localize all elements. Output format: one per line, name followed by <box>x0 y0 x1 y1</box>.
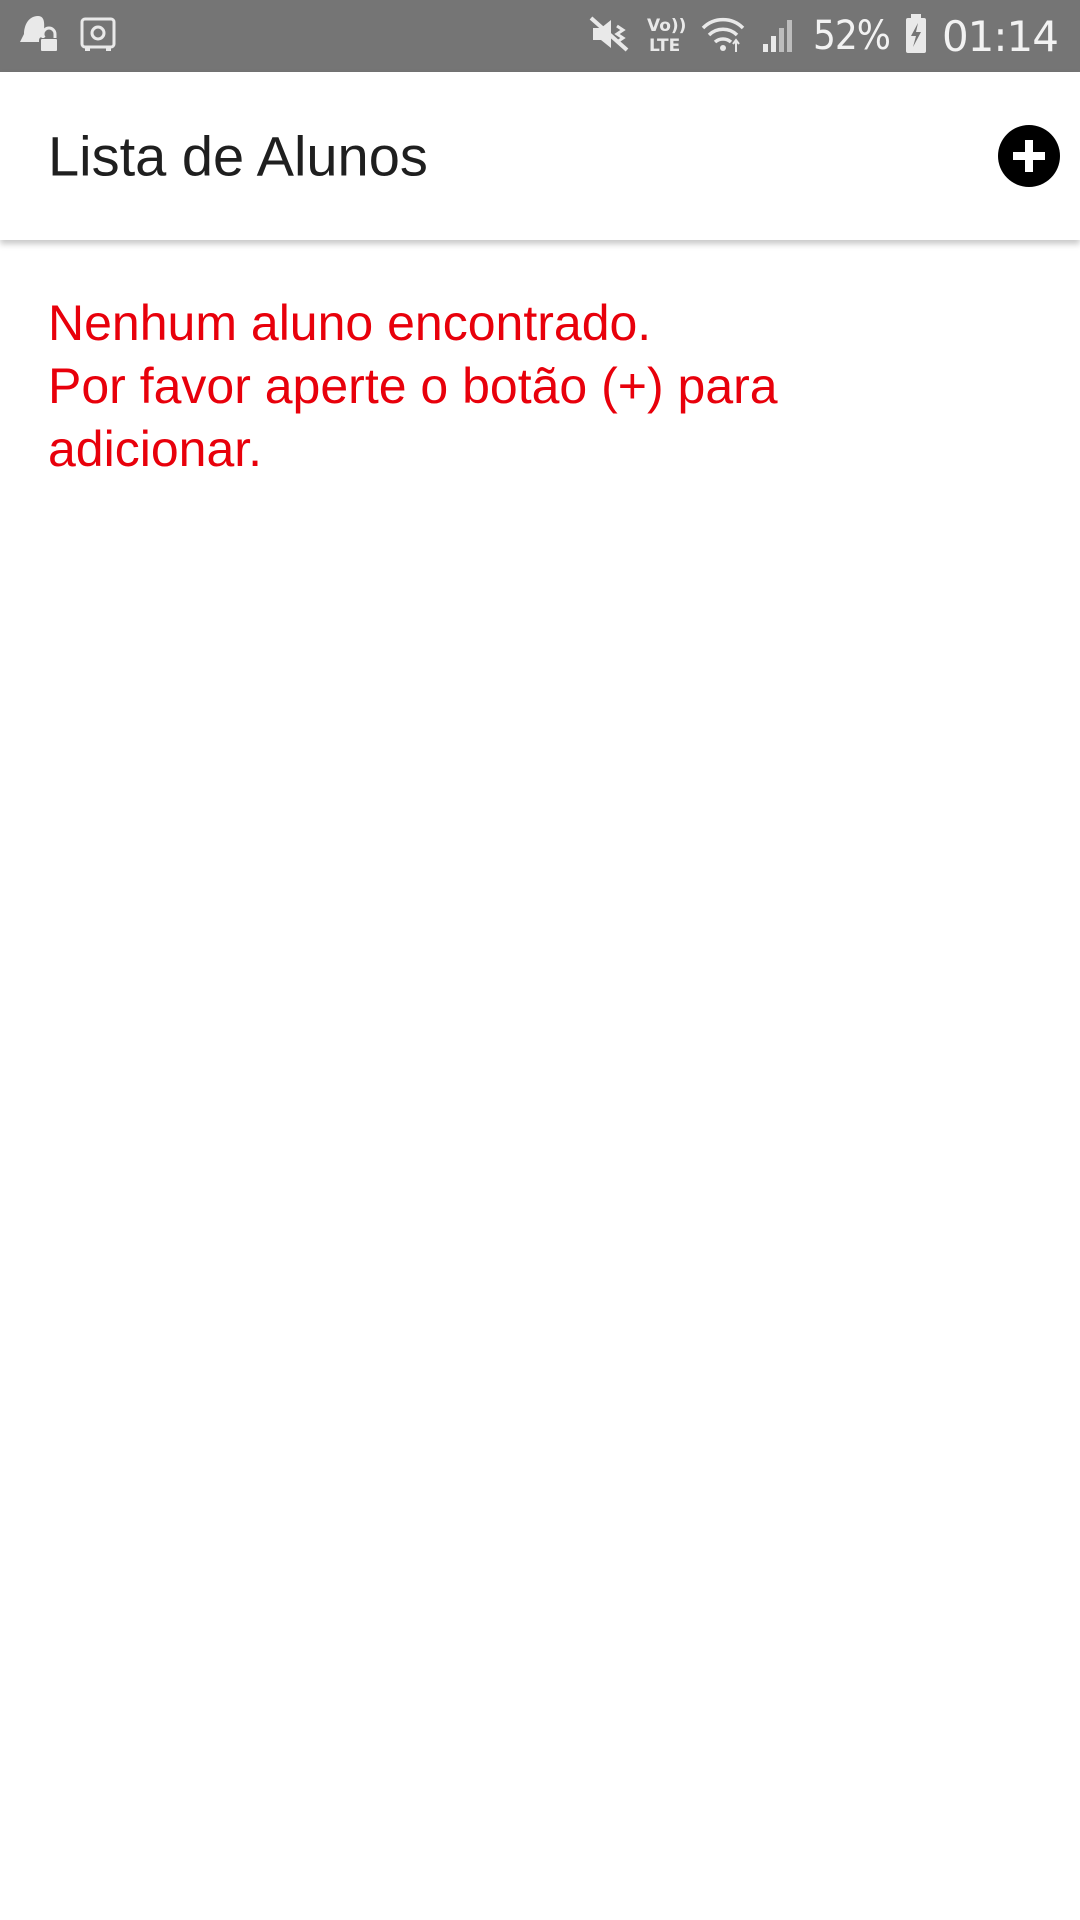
app-bar: Lista de Alunos <box>0 72 1080 240</box>
wifi-icon <box>699 14 747 59</box>
empty-message-line-1: Nenhum aluno encontrado. <box>48 295 652 351</box>
status-left-icons <box>18 14 116 58</box>
status-right-icons: Vo)) LTE 52% 01:14 <box>589 10 1059 62</box>
svg-text:LTE: LTE <box>649 36 680 55</box>
page-title: Lista de Alunos <box>48 124 428 188</box>
empty-message-line-3: adicionar. <box>48 421 263 477</box>
add-student-button[interactable] <box>998 125 1060 187</box>
empty-message-line-2: Por favor aperte o botão (+) para <box>48 358 778 414</box>
vibrate-mute-icon <box>589 14 631 59</box>
status-time: 01:14 <box>941 11 1059 61</box>
screen: Vo)) LTE 52% 01:14 Lista de Alunos Nenhu… <box>0 0 1080 1920</box>
content-area: Nenhum aluno encontrado. Por favor apert… <box>48 292 1008 481</box>
volte-lte-icon: Vo)) LTE <box>645 13 686 60</box>
battery-charging-icon <box>904 13 928 60</box>
safe-icon <box>80 16 116 57</box>
signal-icon <box>761 14 799 59</box>
battery-percent: 52% <box>812 13 891 59</box>
svg-text:Vo)): Vo)) <box>647 16 685 36</box>
add-circle-icon <box>1013 140 1045 172</box>
status-bar: Vo)) LTE 52% 01:14 <box>0 0 1080 72</box>
notification-lock-icon <box>18 12 62 61</box>
empty-state-message: Nenhum aluno encontrado. Por favor apert… <box>48 292 1008 481</box>
